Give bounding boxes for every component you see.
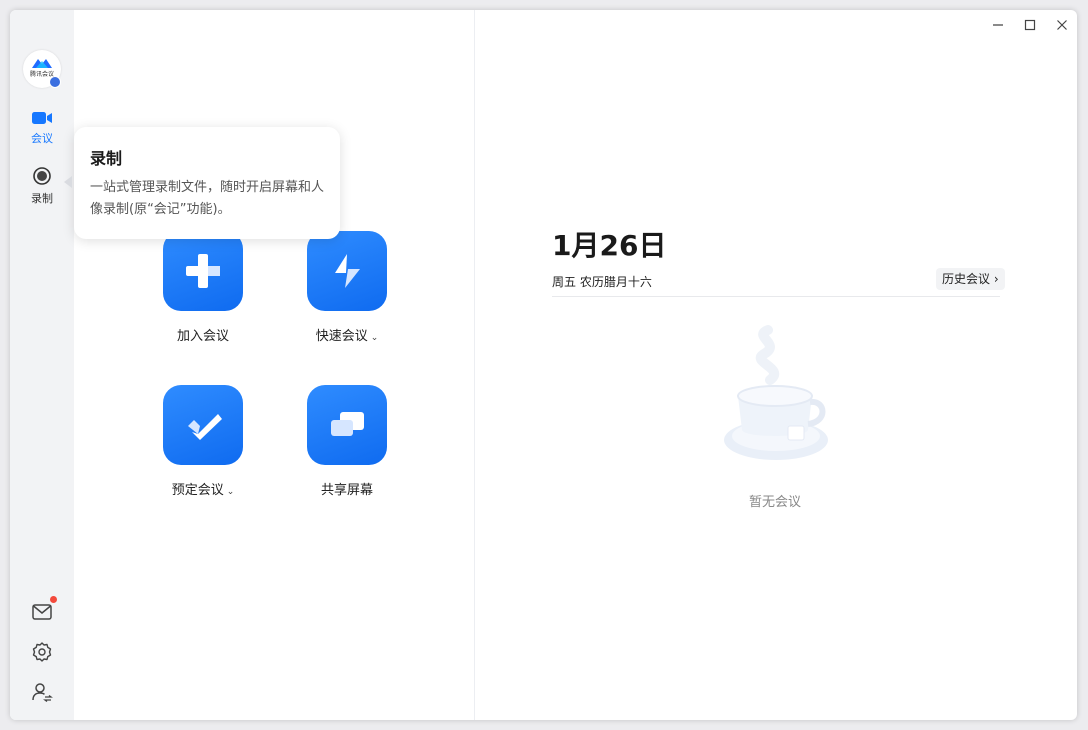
schedule-meeting-label: 预定会议: [171, 483, 224, 498]
weekday-lunar-date: 周五 农历腊月十六: [552, 275, 652, 289]
date-heading: 1月26日: [552, 229, 667, 262]
lightning-icon: [335, 254, 360, 288]
gear-icon[interactable]: [30, 640, 54, 664]
sidebar-item-meeting[interactable]: 会议: [10, 110, 74, 146]
tooltip-description: 一站式管理录制文件，随时开启屏幕和人像录制(原“会记”功能)。: [90, 180, 325, 217]
share-screen-button[interactable]: 共享屏幕: [292, 385, 402, 498]
video-camera-icon: [32, 112, 52, 124]
join-meeting-button[interactable]: 加入会议: [148, 231, 258, 344]
notification-dot: [50, 596, 57, 603]
maximize-button[interactable]: [1019, 14, 1041, 36]
quick-meeting-tile: [307, 231, 387, 311]
check-icon: [188, 414, 222, 440]
plus-icon: [186, 254, 220, 288]
chevron-down-icon[interactable]: ⌄: [371, 333, 379, 343]
quick-meeting-label: 快速会议: [315, 329, 368, 344]
schedule-meeting-label-wrap: 预定会议 ⌄: [148, 479, 258, 498]
close-icon: [1057, 20, 1067, 30]
join-meeting-tile: [163, 231, 243, 311]
close-button[interactable]: [1051, 14, 1073, 36]
screen-share-icon: [331, 412, 364, 436]
chevron-down-icon[interactable]: ⌄: [227, 487, 235, 497]
quick-meeting-button[interactable]: 快速会议 ⌄: [292, 231, 402, 344]
minimize-button[interactable]: [987, 14, 1009, 36]
empty-cup-icon: [724, 325, 828, 460]
user-switch-icon[interactable]: [30, 680, 54, 704]
verified-badge-icon: [49, 76, 61, 88]
share-screen-label: 共享屏幕: [320, 483, 373, 498]
record-icon: [33, 167, 51, 185]
schedule-meeting-tile: [163, 385, 243, 465]
maximize-icon: [1024, 19, 1036, 31]
sidebar-item-label: 会议: [31, 132, 53, 145]
divider: [552, 296, 1000, 297]
sidebar: 腾讯会议 会议 录制: [10, 10, 74, 720]
chevron-right-icon: ›: [993, 272, 999, 286]
app-window: 腾讯会议 会议 录制 加入会议 快速会议 ⌄ 预定会议 ⌄ 共享屏幕 录制 一站…: [10, 10, 1077, 720]
sidebar-item-label: 录制: [31, 192, 53, 205]
history-meetings-label: 历史会议: [942, 272, 991, 286]
tooltip-title: 录制: [90, 149, 123, 168]
share-screen-tile: [307, 385, 387, 465]
avatar[interactable]: 腾讯会议: [23, 50, 61, 88]
join-meeting-label: 加入会议: [176, 329, 229, 344]
mail-icon[interactable]: [30, 600, 54, 624]
app-logo-icon: [32, 59, 52, 68]
minimize-icon: [993, 24, 1003, 26]
tooltip-arrow: [64, 176, 72, 188]
schedule-meeting-button[interactable]: 预定会议 ⌄: [148, 385, 258, 498]
empty-state-text: 暂无会议: [748, 495, 801, 510]
history-meetings-button[interactable]: 历史会议 ›: [936, 268, 1005, 290]
quick-meeting-label-wrap: 快速会议 ⌄: [292, 325, 402, 344]
record-tooltip: 录制 一站式管理录制文件，随时开启屏幕和人像录制(原“会记”功能)。: [74, 127, 340, 239]
actions-pane: 加入会议 快速会议 ⌄ 预定会议 ⌄ 共享屏幕: [74, 10, 475, 720]
